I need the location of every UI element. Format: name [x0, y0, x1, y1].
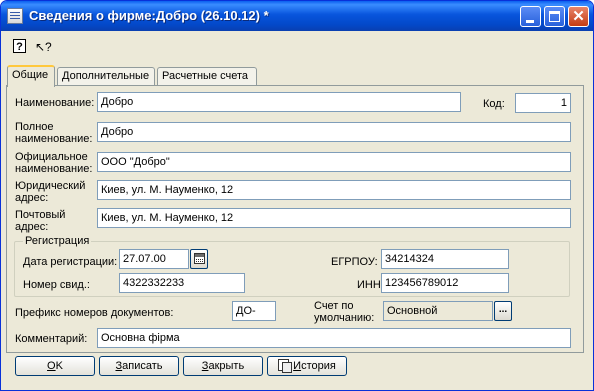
legal-address-label-line2: адрес:: [15, 192, 49, 204]
history-label: стория: [301, 360, 336, 372]
history-button[interactable]: История: [267, 356, 347, 376]
registration-date-field[interactable]: 27.07.00: [119, 249, 189, 269]
close-icon: ✕: [572, 8, 585, 25]
close-label: акрыть: [208, 360, 245, 372]
registration-date-label: Дата регистрации:: [23, 256, 118, 268]
window-title: Сведения о фирме:Добро (26.10.12) *: [29, 8, 269, 23]
minimize-button[interactable]: [520, 6, 541, 27]
save-label: аписать: [122, 360, 163, 372]
maximize-button[interactable]: [544, 6, 565, 27]
history-hotkey: И: [293, 360, 302, 372]
select-account-button[interactable]: ...: [494, 301, 512, 321]
default-account-label-line1: Счет по: [314, 300, 354, 312]
whats-this-icon[interactable]: ↖?: [35, 39, 52, 55]
certificate-number-field[interactable]: 4322332233: [119, 273, 245, 293]
inn-label: ИНН:: [357, 279, 384, 291]
name-field[interactable]: Добро: [97, 92, 461, 112]
ok-hotkey: O: [47, 360, 56, 372]
company-info-window: Сведения о фирме:Добро (26.10.12) * ✕ ? …: [0, 0, 594, 391]
official-name-label-line1: Официальное: [15, 151, 88, 163]
title-bar[interactable]: Сведения о фирме:Добро (26.10.12) * ✕: [1, 1, 593, 31]
calendar-icon: [194, 253, 205, 264]
document-prefix-label: Префикс номеров документов:: [15, 307, 174, 319]
inn-field[interactable]: 123456789012: [381, 273, 509, 293]
legal-address-label-line1: Юридический: [15, 180, 86, 192]
comment-field[interactable]: Основна фірма: [97, 328, 571, 348]
ok-button[interactable]: OK: [15, 356, 95, 376]
full-name-field[interactable]: Добро: [97, 122, 571, 142]
tab-general[interactable]: Общие: [7, 65, 55, 87]
close-button[interactable]: Закрыть: [183, 356, 263, 376]
calendar-button[interactable]: [190, 249, 208, 269]
tab-additional[interactable]: Дополнительные: [57, 67, 155, 85]
code-field[interactable]: 1: [515, 93, 571, 113]
name-label: Наименование:: [15, 97, 95, 109]
legal-address-field[interactable]: Киев, ул. М. Науменко, 12: [97, 180, 571, 200]
document-prefix-field[interactable]: ДО-: [232, 301, 276, 321]
maximize-icon: [549, 11, 560, 22]
help-icon[interactable]: ?: [13, 39, 26, 53]
default-account-field[interactable]: Основной: [383, 301, 493, 321]
postal-address-label-line2: адрес:: [15, 221, 49, 233]
tab-bank-accounts[interactable]: Расчетные счета: [157, 67, 257, 85]
comment-label: Комментарий:: [15, 333, 88, 345]
form-icon: [7, 8, 23, 24]
certificate-number-label: Номер свид.:: [23, 279, 90, 291]
official-name-field[interactable]: ООО "Добро": [97, 152, 571, 172]
egrpou-field[interactable]: 34214324: [381, 249, 509, 269]
close-window-button[interactable]: ✕: [568, 6, 589, 27]
default-account-label-line2: умолчанию:: [314, 312, 375, 324]
full-name-label-line1: Полное: [15, 121, 54, 133]
save-button[interactable]: Записать: [99, 356, 179, 376]
ok-label: K: [55, 360, 63, 372]
minimize-icon: [526, 20, 534, 23]
official-name-label-line2: наименование:: [15, 163, 93, 175]
history-icon: [278, 359, 293, 373]
code-label: Код:: [483, 98, 505, 110]
postal-address-field[interactable]: Киев, ул. М. Науменко, 12: [97, 208, 571, 228]
egrpou-label: ЕГРПОУ:: [331, 256, 378, 268]
registration-group-title: Регистрация: [23, 235, 92, 247]
full-name-label-line2: наименование:: [15, 133, 93, 145]
postal-address-label-line1: Почтовый: [15, 209, 66, 221]
